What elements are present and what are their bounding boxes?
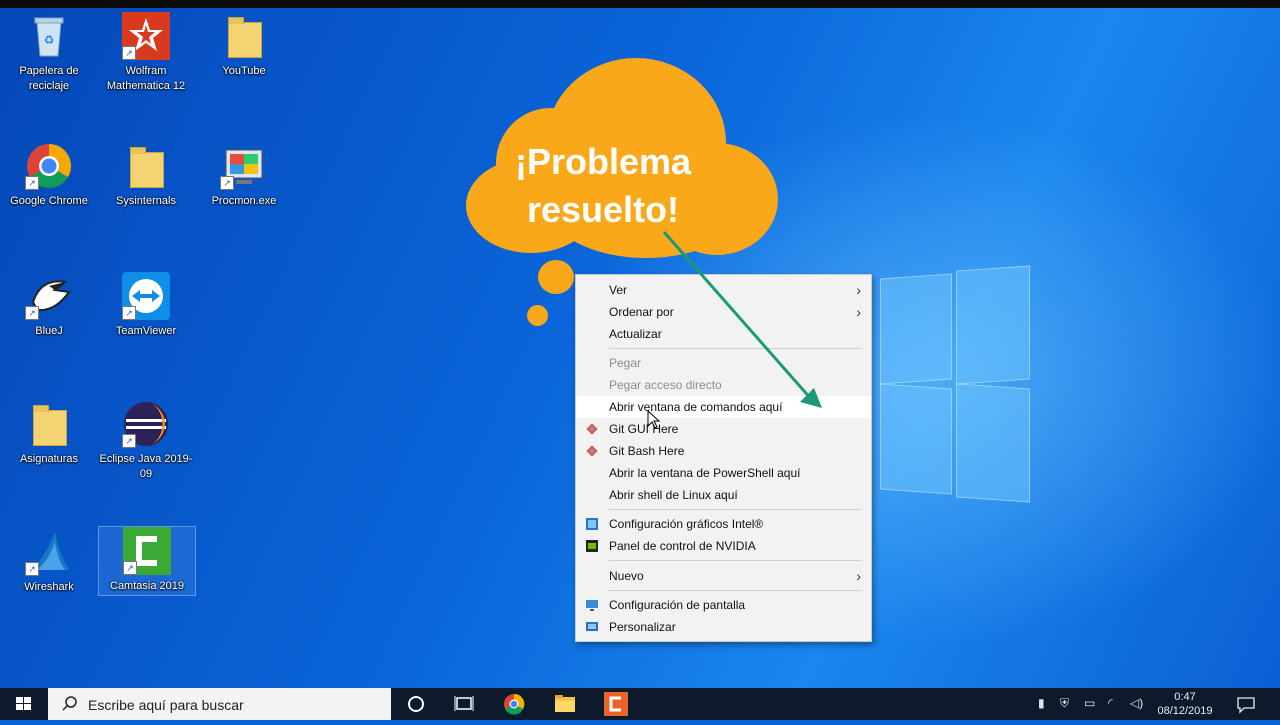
taskbar-search-box[interactable]: Escribe aquí para buscar [48,688,391,720]
volume-icon[interactable]: ◁) [1130,696,1143,710]
mouse-cursor-icon [647,410,661,429]
cortana-circle-icon [408,696,424,712]
taskbar-chrome[interactable] [490,688,538,720]
camtasia-icon [604,692,628,716]
desktop[interactable]: ♻ Papelera de reciclaje ↗ Wolfram Mathem… [0,0,1280,688]
taskbar-file-explorer[interactable] [541,688,589,720]
chrome-icon [504,693,525,715]
clock-date: 08/12/2019 [1157,705,1213,717]
wifi-icon[interactable]: ◜ [1108,696,1113,710]
search-icon [62,696,77,711]
search-placeholder: Escribe aquí para buscar [88,697,244,713]
notification-center-icon[interactable] [1236,696,1256,714]
clock-time: 0:47 [1174,691,1196,703]
windows-start-icon [16,697,31,710]
security-shield-icon[interactable]: ⛨ [1060,696,1069,711]
annotation-arrow [662,231,822,408]
cortana-button[interactable] [392,688,440,720]
start-button[interactable] [0,688,48,720]
taskbar-camtasia[interactable] [592,688,640,720]
taskbar: Escribe aquí para buscar ▮ ⛨ ▭ ◜ ◁) 0:47… [0,688,1280,720]
battery-icon[interactable]: ▭ [1084,696,1095,710]
usb-icon[interactable]: ▮ [1038,696,1045,710]
task-view-icon [454,696,474,711]
taskbar-clock[interactable]: 0:47 08/12/2019 [1150,690,1220,718]
file-explorer-icon [555,695,575,712]
task-view-button[interactable] [440,688,488,720]
